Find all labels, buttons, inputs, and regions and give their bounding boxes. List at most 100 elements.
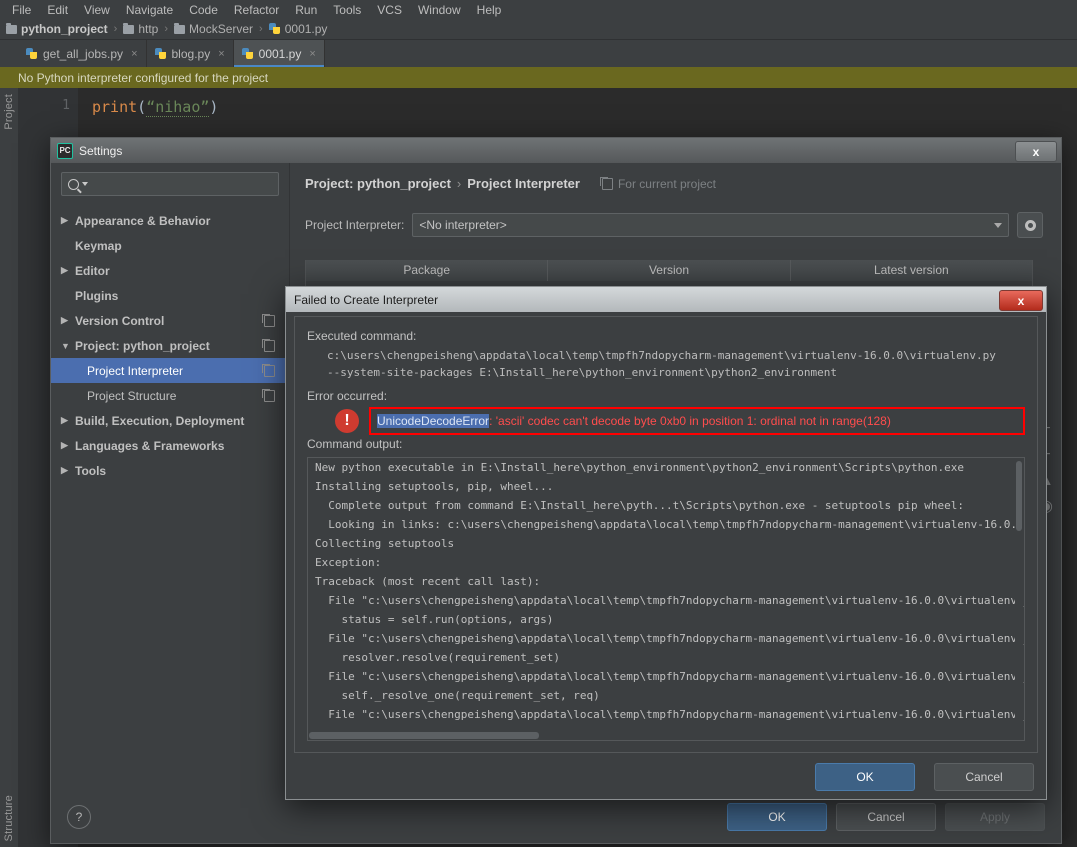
settings-sidebar: ▶ Appearance & Behavior Keymap ▶ Editor …: [51, 163, 290, 791]
copy-settings-icon[interactable]: [262, 313, 275, 327]
scrollbar-thumb[interactable]: [309, 732, 539, 739]
sidebar-item-keymap[interactable]: Keymap: [51, 233, 289, 258]
fail-dialog-title-bar: Failed to Create Interpreter x: [286, 287, 1046, 312]
error-message-box[interactable]: UnicodeDecodeError: 'ascii' codec can't …: [369, 407, 1025, 435]
breadcrumb-item-file[interactable]: 0001.py: [268, 22, 327, 36]
tab-0001[interactable]: 0001.py ×: [233, 40, 325, 67]
tool-window-project[interactable]: Project: [3, 94, 15, 130]
copy-settings-icon[interactable]: [262, 388, 275, 402]
tool-window-structure[interactable]: Structure: [3, 795, 15, 841]
settings-close-button[interactable]: x: [1015, 141, 1057, 162]
breadcrumb-separator: ›: [113, 23, 118, 35]
menu-item-file[interactable]: File: [4, 1, 39, 19]
breadcrumb-separator: ›: [259, 23, 263, 35]
breadcrumb-label: python_project: [21, 22, 108, 36]
column-header-version[interactable]: Version: [548, 260, 791, 281]
output-line: File "c:\users\chengpeisheng\appdata\loc…: [315, 632, 1025, 645]
sidebar-item-version-control[interactable]: ▶ Version Control: [51, 308, 289, 333]
output-vertical-scrollbar[interactable]: [1015, 459, 1023, 739]
column-header-package[interactable]: Package: [306, 260, 549, 281]
fail-dialog-body: Executed command: c:\users\chengpeisheng…: [294, 316, 1038, 753]
sidebar-item-label: Keymap: [75, 238, 122, 253]
expand-arrow-icon[interactable]: ▶: [61, 465, 75, 476]
tab-get-all-jobs[interactable]: get_all_jobs.py ×: [18, 40, 147, 67]
help-button[interactable]: ?: [67, 805, 91, 829]
breadcrumb-separator: ›: [164, 23, 169, 35]
tab-close-icon[interactable]: ×: [218, 48, 224, 60]
breadcrumb-item-mockserver[interactable]: MockServer: [174, 22, 253, 36]
sidebar-item-label: Project: python_project: [75, 338, 210, 353]
copy-settings-icon[interactable]: [262, 338, 275, 352]
interpreter-value: <No interpreter>: [419, 218, 507, 232]
chevron-down-icon: [994, 222, 1002, 228]
settings-apply-button: Apply: [945, 803, 1045, 831]
sidebar-item-project[interactable]: ▼ Project: python_project: [51, 333, 289, 358]
menu-item-navigate[interactable]: Navigate: [118, 1, 181, 19]
sidebar-item-editor[interactable]: ▶ Editor: [51, 258, 289, 283]
sidebar-item-label: Appearance & Behavior: [75, 213, 211, 228]
error-exception-name: UnicodeDecodeError: [377, 414, 490, 428]
sidebar-item-appearance[interactable]: ▶ Appearance & Behavior: [51, 208, 289, 233]
settings-ok-button[interactable]: OK: [727, 803, 827, 831]
error-occurred-label: Error occurred:: [307, 389, 388, 403]
fail-dialog-cancel-button[interactable]: Cancel: [934, 763, 1034, 791]
sidebar-item-label: Version Control: [75, 313, 165, 328]
output-line: Looking in links: c:\users\chengpeisheng…: [315, 518, 1025, 531]
search-icon: [68, 178, 79, 190]
menu-item-code[interactable]: Code: [181, 1, 226, 19]
error-row: ! UnicodeDecodeError: 'ascii' codec can'…: [335, 407, 1025, 435]
fail-dialog-title: Failed to Create Interpreter: [294, 292, 439, 307]
sidebar-item-project-structure[interactable]: Project Structure: [51, 383, 289, 408]
menu-item-help[interactable]: Help: [469, 1, 510, 19]
sidebar-item-tools[interactable]: ▶ Tools: [51, 458, 289, 483]
expand-arrow-icon[interactable]: ▶: [61, 315, 75, 326]
ide-window: File Edit View Navigate Code Refactor Ru…: [0, 0, 1077, 847]
menu-item-view[interactable]: View: [76, 1, 118, 19]
expand-arrow-icon[interactable]: ▶: [61, 440, 75, 451]
column-header-latest-version[interactable]: Latest version: [791, 260, 1032, 281]
output-line: self._resolve_one(requirement_set, req): [315, 689, 600, 702]
interpreter-select[interactable]: <No interpreter>: [412, 213, 1009, 237]
sidebar-item-label: Plugins: [75, 288, 119, 303]
command-output-box[interactable]: New python executable in E:\Install_here…: [307, 457, 1025, 741]
pycharm-icon: PC: [57, 142, 73, 159]
settings-tree: ▶ Appearance & Behavior Keymap ▶ Editor …: [51, 208, 289, 483]
sidebar-item-project-interpreter[interactable]: Project Interpreter: [51, 358, 289, 383]
menu-item-run[interactable]: Run: [287, 1, 325, 19]
sidebar-item-plugins[interactable]: Plugins: [51, 283, 289, 308]
settings-cancel-button[interactable]: Cancel: [836, 803, 936, 831]
output-line: Collecting setuptools: [315, 537, 455, 550]
output-horizontal-scrollbar[interactable]: [309, 732, 1014, 739]
breadcrumb-item-project[interactable]: python_project: [6, 22, 108, 36]
failed-interpreter-dialog: Failed to Create Interpreter x Executed …: [285, 286, 1047, 800]
breadcrumb-item-http[interactable]: http: [123, 22, 158, 36]
tab-close-icon[interactable]: ×: [131, 48, 137, 60]
tab-close-icon[interactable]: ×: [309, 48, 315, 60]
settings-search-input[interactable]: [61, 172, 279, 196]
sidebar-item-build-execution[interactable]: ▶ Build, Execution, Deployment: [51, 408, 289, 433]
sidebar-item-label: Editor: [75, 263, 110, 278]
fail-dialog-footer: OK Cancel: [806, 763, 1034, 791]
scrollbar-thumb[interactable]: [1016, 461, 1022, 531]
sidebar-item-languages-frameworks[interactable]: ▶ Languages & Frameworks: [51, 433, 289, 458]
output-line: Installing setuptools, pip, wheel...: [315, 480, 554, 493]
menu-item-refactor[interactable]: Refactor: [226, 1, 287, 19]
menu-item-window[interactable]: Window: [410, 1, 469, 19]
expand-arrow-icon[interactable]: ▶: [61, 265, 75, 276]
collapse-arrow-icon[interactable]: ▼: [61, 341, 75, 351]
content-breadcrumb: Project: python_project › Project Interp…: [305, 176, 1061, 191]
fail-dialog-close-button[interactable]: x: [999, 290, 1043, 311]
copy-settings-icon[interactable]: [262, 363, 275, 377]
menu-item-vcs[interactable]: VCS: [369, 1, 410, 19]
tab-blog[interactable]: blog.py ×: [147, 40, 234, 67]
expand-arrow-icon[interactable]: ▶: [61, 415, 75, 426]
fail-dialog-ok-button[interactable]: OK: [815, 763, 915, 791]
tab-label: get_all_jobs.py: [43, 46, 124, 61]
menu-item-tools[interactable]: Tools: [325, 1, 369, 19]
sidebar-item-label: Project Structure: [87, 388, 177, 403]
tab-label: 0001.py: [258, 46, 302, 61]
package-table-header: Package Version Latest version: [306, 260, 1032, 281]
menu-item-edit[interactable]: Edit: [39, 1, 76, 19]
interpreter-settings-button[interactable]: [1017, 212, 1043, 238]
expand-arrow-icon[interactable]: ▶: [61, 215, 75, 226]
